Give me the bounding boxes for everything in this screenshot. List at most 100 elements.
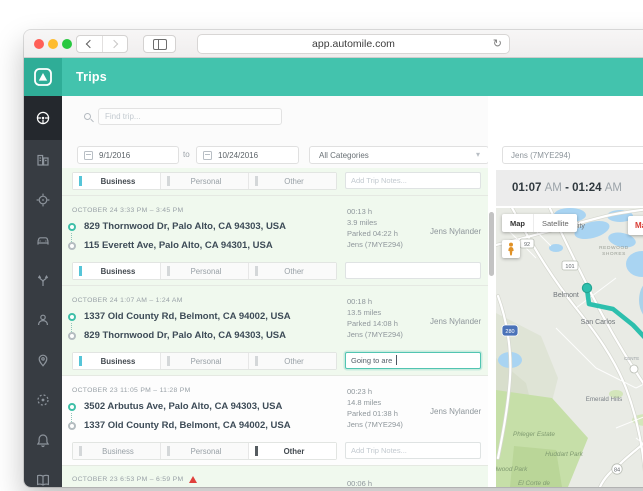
trip-card-partial-bottom[interactable]: OCTOBER 23 6:53 PM – 6:59 PM 00:06 h <box>62 466 488 487</box>
warning-icon <box>189 476 198 483</box>
traffic-light-minimize[interactable] <box>48 39 58 49</box>
sidebar-item-notifications[interactable] <box>24 420 62 460</box>
trip-note-input[interactable] <box>345 442 481 459</box>
app-body: 9/1/2016 to 10/24/2016 All Categories ▾ … <box>24 96 643 487</box>
trip-parked: Parked 14:08 h <box>347 319 398 328</box>
map-label-emerald-hills: Emerald Hills <box>586 396 622 403</box>
automile-logo[interactable] <box>24 58 62 96</box>
trips-list: Business Personal Other OCTOBER 24 3:33 … <box>62 168 488 487</box>
trip-card-selected[interactable]: OCTOBER 24 1:07 AM – 1:24 AM 1337 Old Co… <box>62 286 488 376</box>
satellite-button[interactable]: Satellite <box>533 214 577 232</box>
highway-shield-101: 101 <box>561 260 579 271</box>
tab-personal[interactable]: Personal <box>160 353 248 369</box>
map-label-redwood-park: edwood Park <box>496 466 528 473</box>
pegman-icon <box>508 242 514 256</box>
pegman-button[interactable] <box>502 240 520 258</box>
trip-card[interactable]: OCTOBER 23 11:05 PM – 11:28 PM 3502 Arbu… <box>62 376 488 466</box>
trip-duration: 00:06 h <box>347 479 373 487</box>
tab-other[interactable]: Other <box>248 353 336 369</box>
trip-end-address: 115 Everett Ave, Palo Alto, CA 94301, US… <box>84 240 273 251</box>
tab-personal[interactable]: Personal <box>160 263 248 279</box>
traffic-light-zoom[interactable] <box>62 39 72 49</box>
sidebar-item-reports[interactable] <box>24 460 62 487</box>
map-label-cente: CENTE <box>624 356 639 361</box>
route-fork-icon <box>37 275 49 286</box>
sidebar-item-places[interactable] <box>24 340 62 380</box>
tab-personal[interactable]: Personal <box>160 173 248 189</box>
calendar-icon <box>84 150 93 160</box>
tab-other[interactable]: Other <box>248 173 336 189</box>
tab-business[interactable]: Business <box>73 173 160 189</box>
route-start-marker[interactable] <box>581 282 593 294</box>
sidebar-toggle-icon <box>152 38 167 50</box>
trip-driver: Jens Nylander <box>430 227 482 236</box>
tab-business[interactable]: Business <box>73 443 160 459</box>
list-scrollbar-thumb[interactable] <box>489 212 494 276</box>
search-row <box>62 96 488 136</box>
sidebar-toggle-button[interactable] <box>143 35 176 53</box>
sidebar-item-locate[interactable] <box>24 180 62 220</box>
trip-end-icon <box>68 422 76 430</box>
map-button[interactable]: Map <box>502 214 533 232</box>
category-select[interactable]: All Categories ▾ <box>309 146 489 164</box>
trip-end-address: 1337 Old County Rd, Belmont, CA 94002, U… <box>84 420 291 431</box>
route-connector <box>71 323 72 332</box>
map-label-phleger-estate: Phleger Estate <box>513 431 555 438</box>
sidebar-item-trips[interactable] <box>24 96 62 140</box>
map-label-el-corte: El Corte de <box>518 480 550 487</box>
category-tabs: Business Personal Other <box>72 442 337 460</box>
trip-stats: 00:06 h <box>347 478 372 487</box>
trip-card[interactable]: OCTOBER 24 3:33 PM – 3:45 PM 829 Thornwo… <box>62 196 488 286</box>
nav-buttons <box>76 35 128 53</box>
tab-business[interactable]: Business <box>73 263 160 279</box>
back-button[interactable] <box>77 36 102 52</box>
trip-vehicle: Jens (7MYE294) <box>347 420 403 429</box>
traffic-light-close[interactable] <box>34 39 44 49</box>
date-from-input[interactable]: 9/1/2016 <box>77 146 179 164</box>
tab-other[interactable]: Other <box>248 443 336 459</box>
sidebar-item-drivers[interactable] <box>24 300 62 340</box>
trip-note-input-focused[interactable] <box>345 352 481 369</box>
page-title: Trips <box>76 70 107 84</box>
driver-person-icon <box>38 314 48 326</box>
trip-end-icon <box>68 332 76 340</box>
category-tabs: Business Personal Other <box>72 172 337 190</box>
buildings-icon <box>37 154 49 166</box>
vehicle-select[interactable] <box>502 146 643 164</box>
tab-business[interactable]: Business <box>73 353 160 369</box>
sidebar-item-routes[interactable] <box>24 260 62 300</box>
trip-card-partial-top[interactable]: Business Personal Other <box>62 168 488 196</box>
markers-button[interactable]: Mark <box>628 216 643 235</box>
trip-start-address: 1337 Old County Rd, Belmont, CA 94002, U… <box>84 311 291 322</box>
date-to-input[interactable]: 10/24/2016 <box>196 146 299 164</box>
trip-start-icon <box>68 223 76 231</box>
sidebar-item-live-position[interactable] <box>24 380 62 420</box>
notifications-bell-icon <box>36 434 50 448</box>
trip-note-input[interactable] <box>345 262 481 279</box>
chevron-right-icon <box>109 39 118 49</box>
map-label-shores: SHORES <box>602 251 626 257</box>
url-text: app.automile.com <box>312 38 395 50</box>
trip-vehicle: Jens (7MYE294) <box>347 330 403 339</box>
reload-icon[interactable]: ↻ <box>493 37 502 50</box>
trip-start-address: 3502 Arbutus Ave, Palo Alto, CA 94303, U… <box>84 401 283 412</box>
trip-distance: 14.8 miles <box>347 398 382 407</box>
trips-panel: 9/1/2016 to 10/24/2016 All Categories ▾ … <box>62 96 489 487</box>
tab-personal[interactable]: Personal <box>160 443 248 459</box>
svg-text:84: 84 <box>614 468 620 474</box>
sidebar-item-vehicles[interactable] <box>24 220 62 260</box>
search-input[interactable] <box>98 107 282 125</box>
forward-button[interactable] <box>101 36 128 52</box>
trip-start-address: 829 Thornwood Dr, Palo Alto, CA 94303, U… <box>84 221 287 232</box>
sidebar-item-dashboard[interactable] <box>24 140 62 180</box>
tab-other[interactable]: Other <box>248 263 336 279</box>
trip-driver: Jens Nylander <box>430 407 482 416</box>
trip-date: OCTOBER 23 6:53 PM – 6:59 PM <box>72 476 198 483</box>
trip-duration: 00:18 h <box>347 297 373 306</box>
trip-note-input[interactable] <box>345 172 481 189</box>
svg-text:92: 92 <box>524 242 530 248</box>
interstate-shield-280: 280 <box>501 324 519 337</box>
url-field[interactable]: app.automile.com ↻ <box>197 34 510 54</box>
trip-date: OCTOBER 23 11:05 PM – 11:28 PM <box>72 387 191 394</box>
map-canvas[interactable]: Map Satellite Mark <box>496 208 643 487</box>
